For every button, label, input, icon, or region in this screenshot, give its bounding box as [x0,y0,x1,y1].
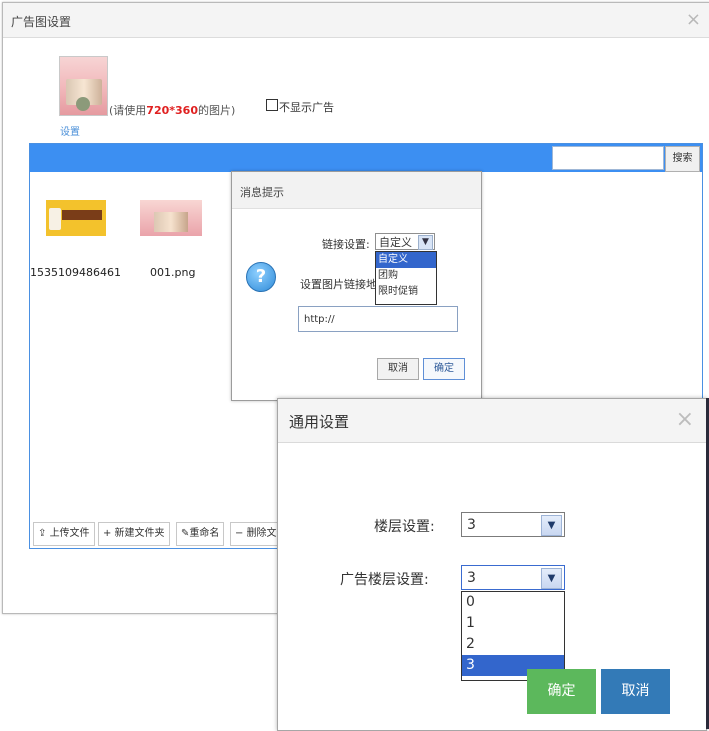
upload-icon: ⇪ [38,528,50,539]
general-titlebar: 通用设置 × [278,399,706,443]
close-icon[interactable]: × [686,9,701,30]
general-dialog-title: 通用设置 [289,413,350,431]
ad-image-thumbnail[interactable] [59,56,108,116]
dropdown-option[interactable]: 0 [462,592,564,613]
no-ad-checkbox[interactable] [266,99,278,111]
confirm-button[interactable]: 确定 [527,669,596,714]
file-thumbnail[interactable] [140,200,202,236]
message-dialog-title: 消息提示 [240,186,284,199]
dropdown-option[interactable]: 2 [462,634,564,655]
chevron-down-icon[interactable]: ▼ [418,235,433,250]
thumbnail-object [49,208,61,230]
hint-size: 720*360 [146,104,198,117]
ad-floor-dropdown: 0 1 2 3 [461,591,565,681]
image-size-hint: (请使用720*360的图片) [109,102,235,118]
confirm-button[interactable]: 确定 [423,358,465,380]
file-toolbar: 搜索 [30,144,702,172]
upload-label: 上传文件 [49,528,90,539]
link-type-dropdown: 自定义 团购 限时促销 [375,251,437,305]
floor-value: 3 [467,517,476,533]
dropdown-option[interactable]: 1 [462,613,564,634]
message-titlebar: 消息提示 [232,172,481,209]
file-thumbnail[interactable] [46,200,106,236]
set-image-link[interactable]: 设置 [60,123,80,138]
thumbnail-banner [62,210,102,220]
file-name: 001.png [150,266,196,279]
close-icon[interactable]: × [676,407,694,432]
rename-label: 重命名 [189,528,220,539]
link-type-select[interactable]: 自定义 ▼ [375,233,435,250]
hint-prefix: (请使用 [109,104,147,117]
chevron-down-icon[interactable]: ▼ [541,515,562,536]
link-type-value: 自定义 [379,236,412,249]
rename-button[interactable]: ✎重命名 [176,522,225,546]
chevron-down-icon[interactable]: ▼ [541,568,562,589]
floor-setting-label: 楼层设置: [374,519,435,535]
thumbnail-figure [76,97,90,111]
link-setting-label: 链接设置: [322,238,370,251]
search-button[interactable]: 搜索 [665,146,700,172]
cancel-button[interactable]: 取消 [377,358,419,380]
ad-floor-select[interactable]: 3 ▼ [461,565,565,590]
general-settings-dialog: 通用设置 × 楼层设置: 3 ▼ 广告楼层设置: 3 ▼ 0 1 2 3 确定 … [277,398,707,731]
no-ad-label: 不显示广告 [279,101,334,114]
floor-select[interactable]: 3 ▼ [461,512,565,537]
question-icon: ? [246,262,276,292]
new-folder-button[interactable]: + 新建文件夹 [98,522,170,546]
file-name: 15351094864614520 [30,266,120,279]
main-titlebar: 广告图设置 × [3,3,709,38]
upload-file-button[interactable]: ⇪ 上传文件 [33,522,95,546]
dropdown-option[interactable]: 自定义 [376,252,436,268]
dropdown-option[interactable]: 限时促销 [376,284,436,300]
url-input[interactable]: http:// [298,306,458,332]
cancel-button[interactable]: 取消 [601,669,670,714]
image-link-label: 设置图片链接地址 [300,278,376,291]
message-dialog: 消息提示 ? 链接设置: 自定义 ▼ 自定义 团购 限时促销 设置图片链接地址 … [231,171,482,401]
main-dialog-title: 广告图设置 [11,15,72,29]
ad-floor-value: 3 [467,570,476,586]
hint-suffix: 的图片) [197,104,236,117]
search-input[interactable] [552,146,664,170]
thumbnail-art [154,212,188,232]
dropdown-option[interactable]: 团购 [376,268,436,284]
ad-floor-setting-label: 广告楼层设置: [340,572,429,588]
minus-icon: − [235,528,247,539]
